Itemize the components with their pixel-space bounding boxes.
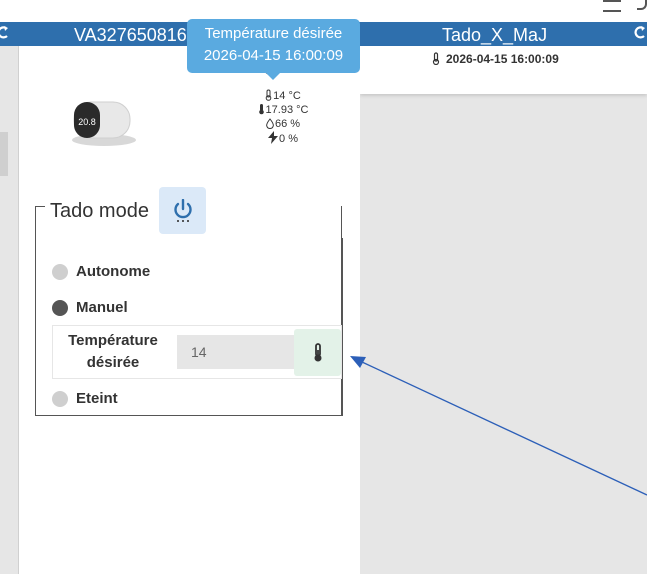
setpoint-value: 14 °C bbox=[273, 90, 301, 102]
temperature-value: 17.93 °C bbox=[265, 104, 309, 116]
radio-dot[interactable] bbox=[52, 263, 68, 280]
tooltip-title: Température désirée bbox=[204, 25, 343, 42]
temperature-input[interactable] bbox=[177, 335, 295, 369]
option-label: Autonome bbox=[76, 263, 151, 280]
left-edge bbox=[0, 46, 18, 574]
thermometer-icon bbox=[432, 52, 440, 66]
thermometer-full-icon bbox=[258, 104, 264, 115]
fieldset-border bbox=[342, 238, 343, 416]
tooltip-date: 2026-04-15 16:00:09 bbox=[203, 47, 344, 64]
device-display-value: 20.8 bbox=[78, 117, 96, 127]
temperature-setting: Température désirée bbox=[52, 325, 342, 379]
right-card-date-line: 2026-04-15 16:00:09 bbox=[432, 52, 559, 66]
humidity-value: 66 % bbox=[274, 118, 301, 130]
readings: 14 °C 17.93 °C 66 % 0 % bbox=[248, 89, 318, 146]
temperature-label: Température désirée bbox=[68, 332, 158, 371]
set-temperature-button[interactable] bbox=[294, 329, 341, 376]
power-button[interactable] bbox=[159, 187, 206, 234]
power-value: 0 % bbox=[279, 133, 298, 145]
mode-option-autonome[interactable]: Autonome bbox=[52, 263, 150, 280]
temperature-reading: 17.93 °C bbox=[248, 103, 318, 117]
droplet-icon bbox=[266, 118, 274, 129]
mode-option-eteint[interactable]: Eteint bbox=[52, 390, 118, 407]
thermostat-device-image: 20.8 bbox=[72, 101, 136, 146]
right-card-date: 2026-04-15 16:00:09 bbox=[446, 52, 559, 66]
power-reading: 0 % bbox=[248, 131, 318, 146]
bolt-icon bbox=[268, 131, 279, 144]
refresh-icon[interactable] bbox=[0, 25, 10, 41]
corner-icon bbox=[637, 0, 647, 10]
radio-dot[interactable] bbox=[52, 390, 68, 407]
left-card-title: VA327650816 bbox=[74, 25, 187, 45]
mode-legend: Tado mode bbox=[50, 200, 149, 222]
right-card-title: Tado_X_MaJ bbox=[442, 25, 548, 45]
thermometer-icon bbox=[265, 89, 272, 101]
radio-dot-selected[interactable] bbox=[52, 299, 68, 316]
mode-option-manuel[interactable]: Manuel bbox=[52, 299, 128, 316]
right-card-header: Tado_X_MaJ bbox=[360, 22, 647, 46]
fieldset-border bbox=[35, 206, 45, 207]
refresh-icon[interactable] bbox=[633, 25, 647, 41]
side-tab bbox=[0, 132, 8, 176]
menu-icon[interactable] bbox=[603, 0, 621, 12]
power-icon bbox=[173, 198, 192, 222]
option-label: Manuel bbox=[76, 299, 128, 316]
setpoint-reading: 14 °C bbox=[248, 89, 318, 103]
thermometer-icon bbox=[314, 342, 321, 361]
tooltip: Température désirée 2026-04-15 16:00:09 bbox=[187, 19, 360, 80]
humidity-reading: 66 % bbox=[248, 117, 318, 131]
option-label: Eteint bbox=[76, 390, 118, 407]
right-card: 2026-04-15 16:00:09 bbox=[360, 46, 647, 94]
